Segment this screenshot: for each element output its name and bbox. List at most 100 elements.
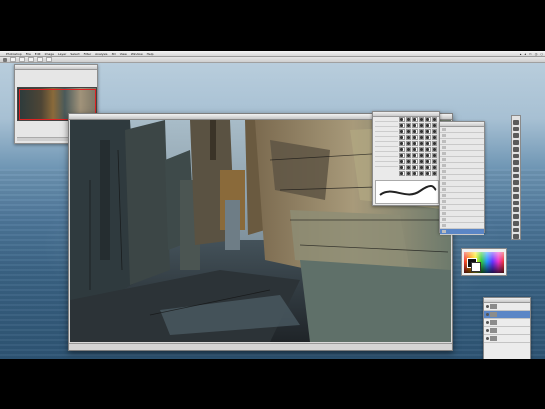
brush-tip[interactable] bbox=[431, 159, 437, 164]
layer-row[interactable] bbox=[484, 303, 530, 311]
brush-tip[interactable] bbox=[425, 141, 431, 146]
brush-tip[interactable] bbox=[405, 153, 411, 158]
eyedropper-icon[interactable] bbox=[513, 153, 519, 159]
blur-icon[interactable] bbox=[513, 200, 519, 206]
visibility-eye-icon[interactable] bbox=[486, 321, 489, 324]
brush-tip[interactable] bbox=[431, 153, 437, 158]
heal-icon[interactable] bbox=[513, 160, 519, 166]
opacity-field[interactable] bbox=[28, 57, 34, 62]
brush-tip[interactable] bbox=[425, 135, 431, 140]
brush-tip[interactable] bbox=[399, 147, 405, 152]
brush-tip[interactable] bbox=[418, 165, 424, 170]
layer-row[interactable] bbox=[484, 319, 530, 327]
brush-tip[interactable] bbox=[405, 141, 411, 146]
brush-tip[interactable] bbox=[412, 123, 418, 128]
brush-tip[interactable] bbox=[399, 171, 405, 176]
brush-tip[interactable] bbox=[399, 141, 405, 146]
menu-item-edit[interactable]: Edit bbox=[35, 52, 41, 56]
menu-item-image[interactable]: Image bbox=[45, 52, 54, 56]
brush-tip[interactable] bbox=[399, 117, 405, 122]
brush-tip[interactable] bbox=[418, 129, 424, 134]
menu-item-analysis[interactable]: Analysis bbox=[95, 52, 107, 56]
wifi-icon[interactable]: ▴ bbox=[520, 52, 522, 56]
marquee-icon[interactable] bbox=[513, 126, 519, 132]
brush-tip[interactable] bbox=[425, 159, 431, 164]
brush-tip[interactable] bbox=[418, 135, 424, 140]
brush-tip[interactable] bbox=[431, 123, 437, 128]
brush-tip[interactable] bbox=[405, 123, 411, 128]
brush-tip[interactable] bbox=[405, 171, 411, 176]
brush-tip[interactable] bbox=[399, 153, 405, 158]
history-brush-icon[interactable] bbox=[513, 180, 519, 186]
brush-tip[interactable] bbox=[405, 135, 411, 140]
menu-item-select[interactable]: Select bbox=[70, 52, 79, 56]
brush-tip[interactable] bbox=[418, 171, 424, 176]
hand-icon[interactable] bbox=[513, 234, 519, 239]
brush-tip[interactable] bbox=[412, 165, 418, 170]
crop-icon[interactable] bbox=[513, 146, 519, 152]
brush-tip[interactable] bbox=[425, 123, 431, 128]
brush-tip[interactable] bbox=[412, 129, 418, 134]
lasso-icon[interactable] bbox=[513, 133, 519, 139]
menu-item-layer[interactable]: Layer bbox=[58, 52, 66, 56]
menu-item-help[interactable]: Help bbox=[147, 52, 154, 56]
brush-tip[interactable] bbox=[425, 147, 431, 152]
brush-tip[interactable] bbox=[425, 153, 431, 158]
airbrush-toggle[interactable] bbox=[46, 57, 52, 62]
menu-item-file[interactable]: File bbox=[26, 52, 31, 56]
spotlight-icon[interactable]: ○ bbox=[540, 52, 543, 56]
brush-tip[interactable] bbox=[405, 165, 411, 170]
background-color-swatch[interactable] bbox=[471, 262, 481, 272]
brush-tip[interactable] bbox=[399, 165, 405, 170]
brush-tip[interactable] bbox=[425, 165, 431, 170]
brush-tip[interactable] bbox=[431, 135, 437, 140]
type-icon[interactable] bbox=[513, 220, 519, 226]
navigator-title-bar[interactable] bbox=[15, 65, 97, 70]
visibility-eye-icon[interactable] bbox=[486, 305, 489, 308]
brush-tip[interactable] bbox=[418, 159, 424, 164]
path-select-icon[interactable] bbox=[513, 227, 519, 233]
visibility-eye-icon[interactable] bbox=[486, 313, 489, 316]
visibility-eye-icon[interactable] bbox=[486, 337, 489, 340]
brush-icon[interactable] bbox=[513, 167, 519, 172]
brush-tip[interactable] bbox=[431, 165, 437, 170]
dodge-icon[interactable] bbox=[513, 207, 519, 213]
brush-tip[interactable] bbox=[412, 153, 418, 158]
pen-icon[interactable] bbox=[513, 214, 519, 219]
brush-tip[interactable] bbox=[405, 159, 411, 164]
brush-setting-item[interactable] bbox=[375, 162, 398, 167]
brush-tip[interactable] bbox=[431, 171, 437, 176]
current-tool-icon[interactable] bbox=[3, 57, 7, 62]
eraser-icon[interactable] bbox=[513, 187, 519, 192]
brush-tip[interactable] bbox=[418, 123, 424, 128]
brush-tip[interactable] bbox=[412, 147, 418, 152]
menu-item-3d[interactable]: 3D bbox=[111, 52, 115, 56]
brush-tip[interactable] bbox=[425, 129, 431, 134]
brush-tip[interactable] bbox=[431, 141, 437, 146]
wand-icon[interactable] bbox=[513, 140, 519, 145]
brush-tip[interactable] bbox=[418, 117, 424, 122]
move-icon[interactable] bbox=[513, 120, 519, 125]
brush-tip[interactable] bbox=[412, 135, 418, 140]
flow-field[interactable] bbox=[37, 57, 43, 62]
stamp-icon[interactable] bbox=[513, 173, 519, 179]
brush-tip[interactable] bbox=[412, 171, 418, 176]
layer-row[interactable] bbox=[484, 335, 530, 343]
battery-icon[interactable]: ▭ bbox=[529, 52, 532, 56]
brush-tip[interactable] bbox=[399, 129, 405, 134]
brush-tip[interactable] bbox=[399, 159, 405, 164]
brush-tip[interactable] bbox=[418, 147, 424, 152]
menu-item-app[interactable]: Photoshop bbox=[6, 52, 22, 56]
brush-tip[interactable] bbox=[418, 141, 424, 146]
layer-row[interactable] bbox=[484, 327, 530, 335]
brush-tip[interactable] bbox=[412, 141, 418, 146]
brush-tip[interactable] bbox=[405, 129, 411, 134]
visibility-eye-icon[interactable] bbox=[486, 329, 489, 332]
brush-tip[interactable] bbox=[425, 117, 431, 122]
brush-tip[interactable] bbox=[405, 117, 411, 122]
brush-tip[interactable] bbox=[431, 117, 437, 122]
layer-row-selected[interactable] bbox=[484, 311, 530, 319]
menu-item-view[interactable]: View bbox=[120, 52, 127, 56]
brush-tip[interactable] bbox=[431, 129, 437, 134]
brush-tip[interactable] bbox=[399, 135, 405, 140]
